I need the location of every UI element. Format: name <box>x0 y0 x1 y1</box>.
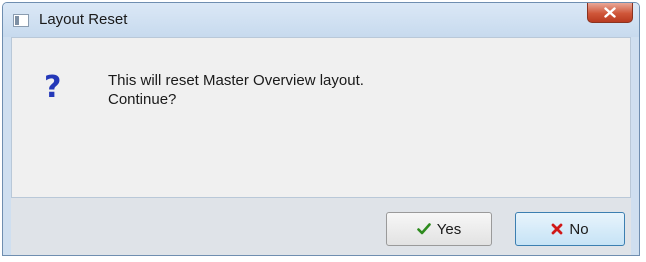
message-area <box>11 37 631 198</box>
x-icon <box>551 223 563 235</box>
app-window-icon <box>13 14 29 27</box>
title-bar[interactable]: Layout Reset <box>3 3 639 37</box>
question-icon: ? <box>44 70 62 105</box>
window-title: Layout Reset <box>39 11 128 28</box>
message-line: This will reset Master Overview layout. <box>108 72 364 89</box>
close-icon <box>604 7 616 18</box>
yes-button-label: Yes <box>436 220 462 238</box>
no-button-label: No <box>569 220 589 238</box>
checkmark-icon <box>416 223 431 235</box>
close-button[interactable] <box>587 3 633 23</box>
yes-button[interactable]: Yes <box>386 212 492 246</box>
layout-reset-dialog: Layout Reset ? This will reset Master Ov… <box>2 2 640 256</box>
message-line: Continue? <box>108 91 177 108</box>
no-button[interactable]: No <box>515 212 625 246</box>
dialog-message: This will reset Master Overview layout. … <box>108 71 364 109</box>
